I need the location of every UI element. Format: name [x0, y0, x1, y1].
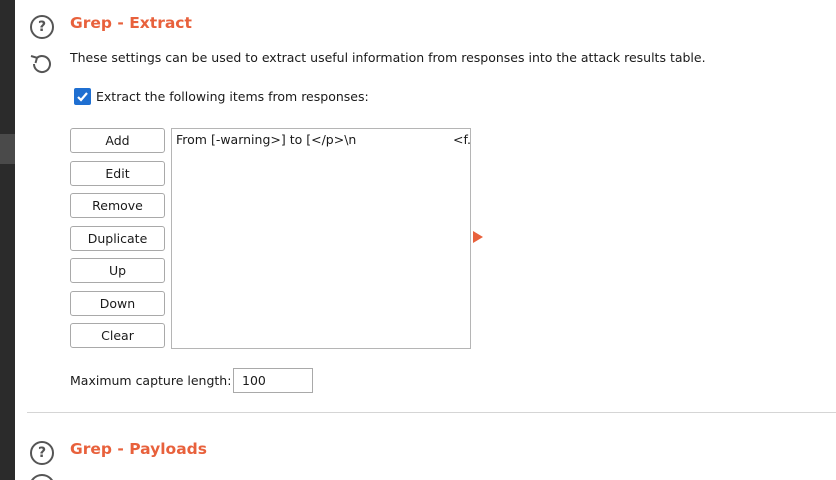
sidebar-tab-marker[interactable] [0, 134, 15, 164]
reset-icon[interactable] [28, 51, 54, 77]
extract-items-checkbox-row: Extract the following items from respons… [74, 88, 369, 105]
section-divider [27, 412, 836, 413]
down-button[interactable]: Down [70, 291, 165, 316]
clear-button[interactable]: Clear [70, 323, 165, 348]
help-icon[interactable]: ? [30, 15, 54, 39]
help-icon[interactable]: ? [30, 441, 54, 465]
duplicate-button[interactable]: Duplicate [70, 226, 165, 251]
up-button[interactable]: Up [70, 258, 165, 283]
list-item-expression: From [-warning>] to [</p>\n [176, 132, 357, 147]
max-capture-label: Maximum capture length: [70, 373, 232, 388]
edit-button[interactable]: Edit [70, 161, 165, 186]
reset-icon[interactable] [29, 474, 55, 480]
extract-items-list[interactable]: From [-warning>] to [</p>\n <f. [171, 128, 471, 349]
grep-extract-title: Grep - Extract [70, 14, 192, 32]
add-button[interactable]: Add [70, 128, 165, 153]
grep-extract-description: These settings can be used to extract us… [70, 50, 706, 65]
expand-arrow-icon[interactable] [473, 231, 483, 243]
grep-payloads-title: Grep - Payloads [70, 440, 207, 458]
settings-panel: ? Grep - Extract These settings can be u… [15, 0, 836, 480]
max-capture-input[interactable] [233, 368, 313, 393]
extract-items-checkbox[interactable] [74, 88, 91, 105]
checkmark-icon [77, 92, 88, 102]
left-sidebar [0, 0, 15, 480]
list-item[interactable]: From [-warning>] to [</p>\n <f. [172, 129, 470, 149]
extract-items-checkbox-label: Extract the following items from respons… [96, 89, 369, 104]
intruder-settings-window: ? Grep - Extract These settings can be u… [0, 0, 836, 480]
list-item-extra: <f. [453, 132, 471, 147]
remove-button[interactable]: Remove [70, 193, 165, 218]
